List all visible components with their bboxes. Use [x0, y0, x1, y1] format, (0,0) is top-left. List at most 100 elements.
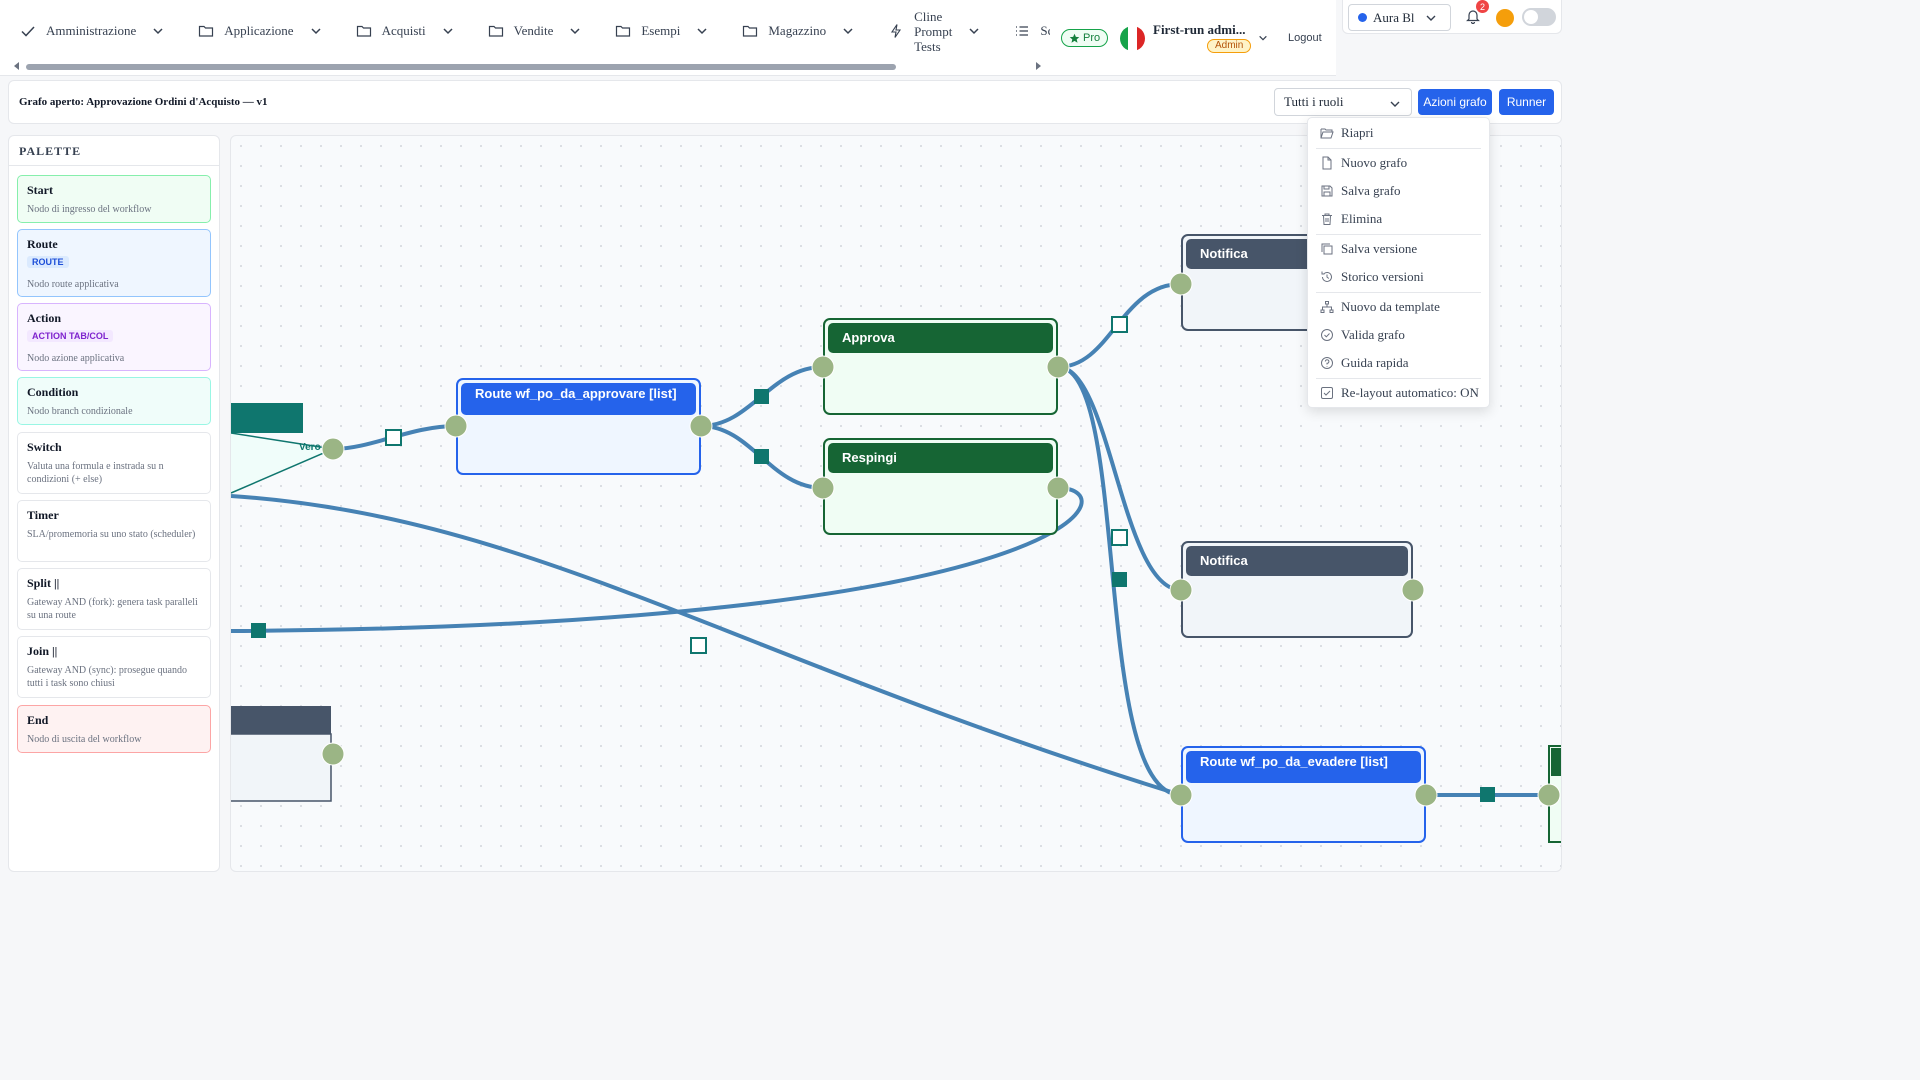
chevron-down-icon	[443, 28, 453, 35]
graph-actions-button[interactable]: Azioni grafo	[1418, 89, 1492, 115]
chevron-down-icon	[1426, 15, 1436, 21]
menu-label: Acquisti	[381, 23, 426, 38]
palette-item-action[interactable]: Action ACTION TAB/COL Nodo azione applic…	[17, 303, 211, 371]
folder-icon	[199, 25, 214, 37]
palette-item-title: Switch	[27, 440, 62, 454]
node-title: Notifica	[1186, 546, 1408, 576]
menu-item-label: Riapri	[1341, 125, 1374, 140]
folder-icon	[356, 25, 371, 37]
node-title: Route wf_po_da_evadere [list]	[1186, 751, 1421, 783]
edge-connector[interactable]	[754, 449, 769, 464]
condition-node-header[interactable]	[231, 403, 303, 433]
menu-item-riapri[interactable]: Riapri	[1308, 121, 1489, 145]
palette-item-title: Timer	[27, 508, 59, 522]
action-node-respingi[interactable]: Respingi	[823, 438, 1058, 535]
palette-item-switch[interactable]: Switch Valuta una formula e instrada su …	[17, 432, 211, 494]
avatar-emoji-icon[interactable]	[1496, 9, 1514, 27]
menu-item-elimina[interactable]: Elimina	[1308, 207, 1489, 231]
palette-item-route[interactable]: Route ROUTE Nodo route applicativa	[17, 229, 211, 297]
menu-item-label: Storico versioni	[1341, 269, 1424, 284]
top-navbar: Amministrazione Applicazione Acquisti Ve…	[0, 0, 1336, 76]
chevron-down-icon	[697, 28, 707, 35]
palette-item-start[interactable]: Start Nodo di ingresso del workflow	[17, 175, 211, 223]
menu-label: Scadenz	[1040, 23, 1050, 38]
menu-item-guida-rapida[interactable]: Guida rapida	[1308, 351, 1489, 375]
menu-horizontal-scrollbar[interactable]	[12, 62, 1046, 72]
italy-flag-icon[interactable]	[1120, 26, 1145, 51]
trash-icon	[1322, 213, 1332, 225]
menu-acquisti[interactable]: Acquisti	[336, 0, 468, 62]
edge-connector[interactable]	[385, 429, 402, 446]
palette-item-end[interactable]: End Nodo di uscita del workflow	[17, 705, 211, 753]
role-select-value: Tutti i ruoli	[1284, 94, 1344, 109]
node-title: Route wf_po_da_approvare [list]	[461, 383, 696, 415]
menu-vendite[interactable]: Vendite	[468, 0, 596, 62]
edge[interactable]	[1057, 365, 1182, 592]
menu-magazzino[interactable]: Magazzino	[722, 0, 868, 62]
check-icon	[21, 26, 35, 37]
palette-item-tag: ACTION TAB/COL	[27, 330, 114, 342]
menu-item-label: Salva versione	[1341, 241, 1418, 256]
end-node-header[interactable]	[231, 706, 331, 734]
palette-item-desc: Gateway AND (fork): genera task parallel…	[27, 597, 198, 621]
menu-esempi[interactable]: Esempi	[595, 0, 722, 62]
edge-connector[interactable]	[1480, 787, 1495, 802]
menu-item-nuovo-grafo[interactable]: Nuovo grafo	[1308, 151, 1489, 175]
logout-link[interactable]: Logout	[1288, 32, 1322, 44]
check-circle-icon	[1321, 329, 1333, 341]
route-node-approvare[interactable]: Route wf_po_da_approvare [list]	[456, 378, 701, 475]
folder-open-icon	[1320, 128, 1334, 139]
menu-item-valida-grafo[interactable]: Valida grafo	[1308, 323, 1489, 347]
scroll-left-arrow-icon[interactable]	[14, 62, 19, 70]
menu-label: Applicazione	[224, 23, 294, 38]
menu-item-salva-grafo[interactable]: Salva grafo	[1308, 179, 1489, 203]
menu-item-salva-versione[interactable]: Salva versione	[1308, 237, 1489, 261]
dark-mode-toggle[interactable]	[1522, 8, 1556, 26]
notify-node-1[interactable]: Notifica	[1181, 234, 1321, 331]
node-title: Notifica	[1186, 239, 1316, 269]
chevron-down-icon[interactable]	[1258, 33, 1268, 43]
palette-item-desc: Nodo azione applicativa	[27, 353, 125, 364]
menu-label: Magazzino	[768, 23, 827, 38]
action-node-approva[interactable]: Approva	[823, 318, 1058, 415]
route-node-evadere[interactable]: Route wf_po_da_evadere [list]	[1181, 746, 1426, 843]
edge-connector[interactable]	[1111, 316, 1128, 333]
palette-item-title: End	[27, 713, 49, 727]
palette-item-desc: Nodo route applicativa	[27, 279, 119, 290]
edge-connector[interactable]	[251, 623, 266, 638]
menu-cline-prompt-tests[interactable]: Cline Prompt Tests	[868, 0, 994, 62]
user-name[interactable]: First-run admi...	[1153, 22, 1245, 38]
partial-node-header[interactable]	[1551, 748, 1562, 776]
menu-amministrazione[interactable]: Amministrazione	[0, 0, 178, 62]
palette-item-split[interactable]: Split || Gateway AND (fork): genera task…	[17, 568, 211, 630]
checkbox-icon	[1321, 387, 1333, 399]
role-select[interactable]: Tutti i ruoli	[1274, 88, 1412, 116]
palette-item-timer[interactable]: Timer SLA/promemoria su uno stato (sched…	[17, 500, 211, 562]
graph-title: Grafo aperto: Approvazione Ordini d'Acqu…	[19, 96, 268, 108]
palette-item-join[interactable]: Join || Gateway AND (sync): prosegue qua…	[17, 636, 211, 698]
chevron-down-icon	[311, 28, 321, 35]
menu-item-storico-versioni[interactable]: Storico versioni	[1308, 265, 1489, 289]
history-icon	[1321, 271, 1332, 282]
node-title: Approva	[828, 323, 1053, 353]
end-node-body[interactable]	[231, 733, 332, 802]
menu-scadenze[interactable]: Scadenz	[994, 0, 1050, 62]
menu-applicazione[interactable]: Applicazione	[178, 0, 335, 62]
menu-item-relayout-automatico[interactable]: Re-layout automatico: ON	[1308, 381, 1489, 405]
palette-item-desc: SLA/promemoria su uno stato (scheduler)	[27, 529, 196, 540]
edge-connector[interactable]	[690, 637, 707, 654]
menu-item-nuovo-da-template[interactable]: Nuovo da template	[1308, 295, 1489, 319]
theme-dot-icon	[1358, 13, 1367, 22]
scroll-right-arrow-icon[interactable]	[1036, 62, 1041, 70]
pro-label: Pro	[1083, 32, 1101, 44]
palette-item-condition[interactable]: Condition Nodo branch condizionale	[17, 377, 211, 425]
theme-select[interactable]: Aura Bl	[1348, 4, 1451, 31]
scrollbar-thumb[interactable]	[26, 64, 896, 70]
edge-connector[interactable]	[1112, 572, 1127, 587]
notify-node-2[interactable]: Notifica	[1181, 541, 1413, 638]
runner-button[interactable]: Runner	[1499, 89, 1554, 115]
edge-connector[interactable]	[754, 389, 769, 404]
dropdown-separator	[1316, 292, 1481, 293]
edge-label-true: Vero	[299, 442, 321, 453]
edge-connector[interactable]	[1111, 529, 1128, 546]
